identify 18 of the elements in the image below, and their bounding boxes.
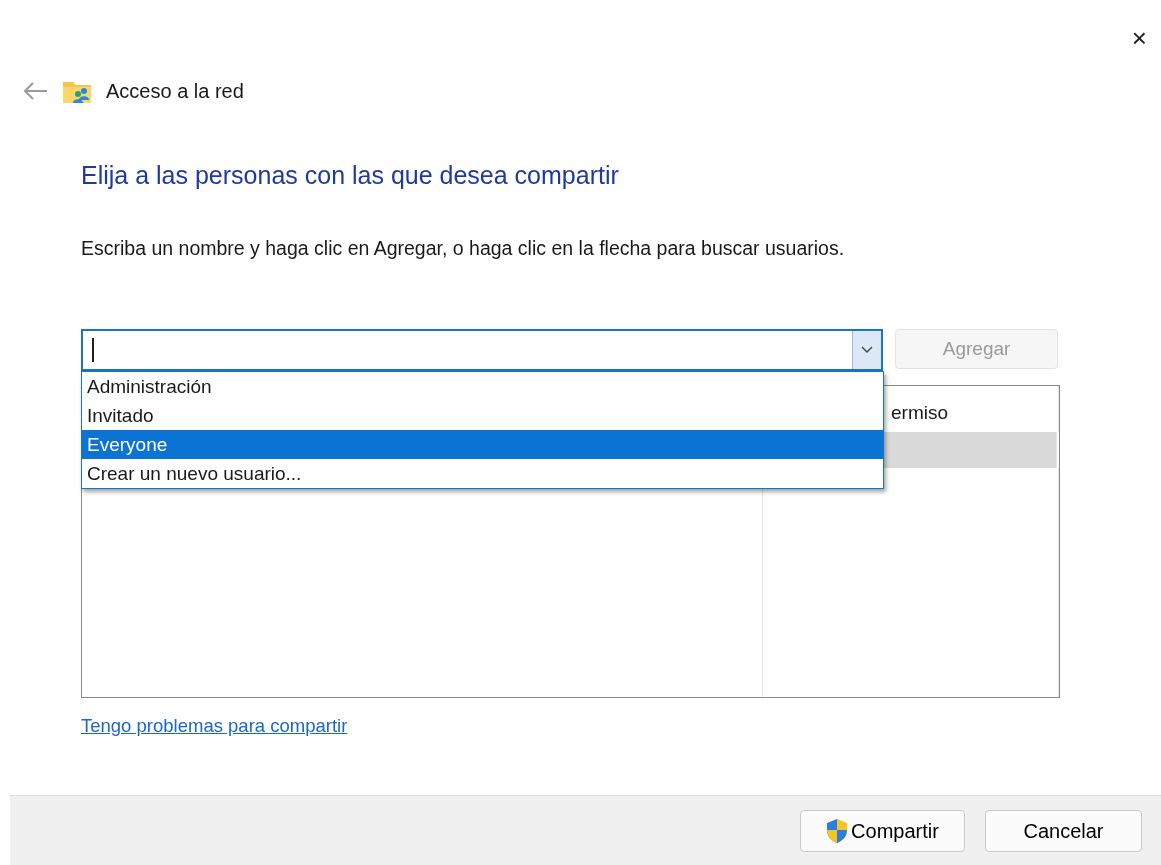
dropdown-item[interactable]: Invitado [82, 401, 883, 431]
shield-icon [826, 817, 849, 844]
close-button[interactable]: × [1125, 22, 1153, 54]
text-cursor [92, 338, 94, 363]
window-title: Acceso a la red [106, 79, 244, 104]
back-arrow-icon[interactable] [22, 81, 48, 101]
dropdown-item[interactable]: Everyone [82, 430, 883, 460]
chevron-down-icon [861, 346, 874, 355]
instruction-text: Escriba un nombre y haga clic en Agregar, o haga clic en la flecha para buscar usuarios. [81, 236, 846, 261]
dropdown-item[interactable]: Crear un nuevo usuario... [82, 459, 883, 489]
dropdown-item[interactable]: Administración [82, 372, 883, 402]
column-header: ermiso [890, 401, 949, 426]
name-combo-box[interactable] [81, 329, 884, 372]
dialog-heading: Elija a las personas con las que desea compartir [81, 160, 620, 190]
share-button[interactable]: Compartir [800, 809, 965, 852]
dropdown-button[interactable] [852, 331, 882, 370]
cancel-button[interactable]: Cancelar [985, 809, 1142, 852]
help-link[interactable]: Tengo problemas para compartir [81, 712, 348, 740]
